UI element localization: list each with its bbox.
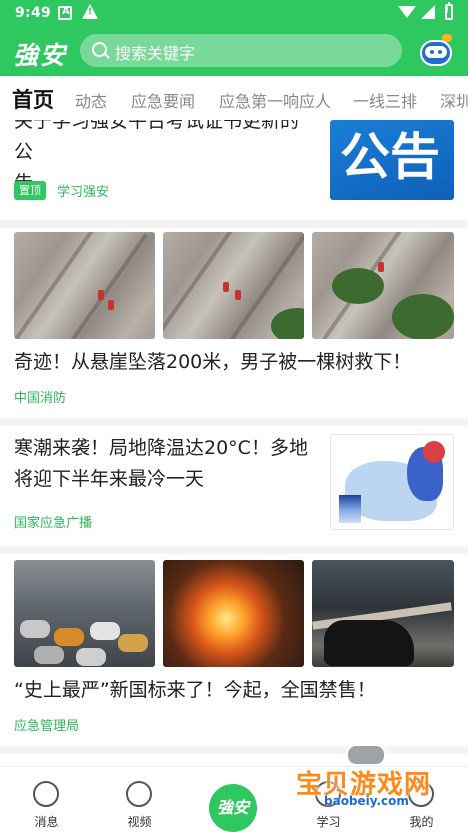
chat-icon: [33, 781, 59, 807]
news-image-cliff-2: [163, 232, 304, 339]
tab-home[interactable]: 首页: [12, 84, 54, 114]
news-source: 国家应急广播: [14, 516, 93, 531]
category-tabs: 首页 动态 应急要闻 应急第一响应人 一线三排 深圳: [0, 76, 468, 120]
watermark: 宝贝游戏网 baobeiy.com: [290, 744, 440, 814]
watermark-url: baobeiy.com: [324, 794, 409, 808]
wifi-icon: [398, 6, 416, 18]
news-thumbnail: 公告: [330, 120, 454, 200]
news-image-cliff-1: [14, 232, 155, 339]
divider: [0, 546, 468, 554]
robot-assistant-icon[interactable]: [418, 34, 454, 68]
search-bar[interactable]: 搜索关键字: [80, 34, 402, 67]
news-image-fire: [163, 560, 304, 667]
tab-emergency-news[interactable]: 应急要闻: [131, 88, 195, 112]
app-logo: 強安: [13, 41, 68, 70]
tab-first-responder[interactable]: 应急第一响应人: [219, 88, 331, 112]
tab-news[interactable]: 动态: [75, 88, 107, 112]
nav-label: 我的: [409, 815, 434, 829]
divider: [0, 220, 468, 228]
nav-label: 消息: [34, 815, 59, 829]
warning-icon: !: [82, 4, 98, 19]
nav-video[interactable]: 视频: [93, 767, 186, 832]
news-title: 奇迹！从悬崖坠落200米，男子被一棵树救下！: [14, 351, 412, 373]
news-title: 寒潮来袭！局地降温达20°C！多地 将迎下半年来最冷一天: [14, 437, 308, 490]
news-source: 学习强安: [57, 185, 110, 200]
news-image-night-road: [312, 560, 454, 667]
news-thumbnail-map: [330, 434, 454, 530]
news-title: “史上最严”新国标来了！今起，全国禁售！: [14, 679, 376, 701]
home-center-button[interactable]: 強安: [209, 784, 257, 832]
pinned-badge: 置顶: [14, 181, 46, 200]
battery-icon: !: [445, 2, 453, 20]
news-source: 中国消防: [14, 391, 67, 406]
tab-frontline[interactable]: 一线三排: [353, 88, 417, 112]
status-bar: 9:49 A ! !: [0, 0, 468, 28]
nav-label: 视频: [127, 815, 152, 829]
header: 9:49 A ! ! 強安 搜索关键字: [0, 0, 468, 76]
nav-messages[interactable]: 消息: [0, 767, 93, 832]
signal-icon: [421, 5, 435, 19]
search-placeholder: 搜索关键字: [115, 44, 196, 63]
nav-label: 学习: [316, 815, 341, 829]
news-image-bikes: [14, 560, 155, 667]
notification-a-icon: A: [58, 6, 72, 20]
play-icon: [126, 781, 152, 807]
tab-shenzhen[interactable]: 深圳: [440, 88, 468, 112]
gamepad-icon: [346, 744, 386, 766]
news-feed: 关于学习强安平台考试证书更新的公 告 置顶 学习强安 公告: [0, 120, 468, 766]
status-time: 9:49: [15, 5, 52, 21]
search-icon: [92, 42, 107, 57]
divider: [0, 418, 468, 426]
news-source: 应急管理局: [14, 719, 80, 734]
news-image-cliff-3: [312, 232, 454, 339]
